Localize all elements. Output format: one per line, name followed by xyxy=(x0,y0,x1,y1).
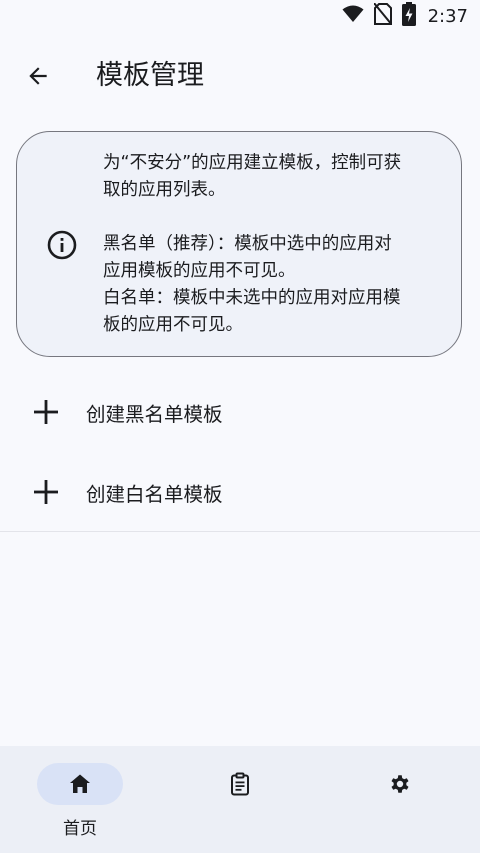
divider xyxy=(0,531,480,532)
create-whitelist-template-button[interactable]: 创建白名单模板 xyxy=(0,452,480,532)
gear-icon xyxy=(391,775,409,793)
info-line: 板的应用不可见。 xyxy=(103,315,243,335)
plus-icon xyxy=(34,400,58,424)
app-bar: 模板管理 xyxy=(0,40,480,112)
battery-charging-icon xyxy=(401,2,416,30)
home-icon xyxy=(70,774,90,793)
nav-item-home[interactable]: 首页 xyxy=(0,746,160,853)
arrow-left-icon xyxy=(29,67,47,85)
status-time: 2:37 xyxy=(427,5,468,27)
info-line: 为“不安分”的应用建立模板，控制可获 xyxy=(103,153,402,173)
create-blacklist-template-button[interactable]: 创建黑名单模板 xyxy=(0,372,480,452)
action-label: 创建黑名单模板 xyxy=(86,402,223,426)
nav-item-settings[interactable] xyxy=(320,746,480,853)
info-icon xyxy=(47,230,77,260)
wifi-icon xyxy=(342,5,364,27)
info-line: 白名单：模板中未选中的应用对应用模 xyxy=(103,288,401,308)
info-card: 为“不安分”的应用建立模板，控制可获 取的应用列表。 黑名单（推荐）：模板中选中… xyxy=(16,131,462,357)
no-sim-icon xyxy=(372,2,393,29)
back-button[interactable] xyxy=(14,52,62,100)
status-icons: 2:37 xyxy=(342,2,468,30)
info-line: 取的应用列表。 xyxy=(103,180,226,200)
status-bar: 2:37 xyxy=(0,0,480,32)
bottom-nav: 首页 xyxy=(0,746,480,853)
info-text: 为“不安分”的应用建立模板，控制可获 取的应用列表。 黑名单（推荐）：模板中选中… xyxy=(103,150,443,339)
page-title: 模板管理 xyxy=(96,60,204,91)
info-line: 黑名单（推荐）：模板中选中的应用对 xyxy=(103,234,392,254)
nav-label-home: 首页 xyxy=(63,819,97,839)
clipboard-list-icon xyxy=(231,772,249,796)
nav-item-templates[interactable] xyxy=(160,746,320,853)
action-label: 创建白名单模板 xyxy=(86,482,223,506)
info-line: 应用模板的应用不可见。 xyxy=(103,261,296,281)
plus-icon xyxy=(34,480,58,504)
